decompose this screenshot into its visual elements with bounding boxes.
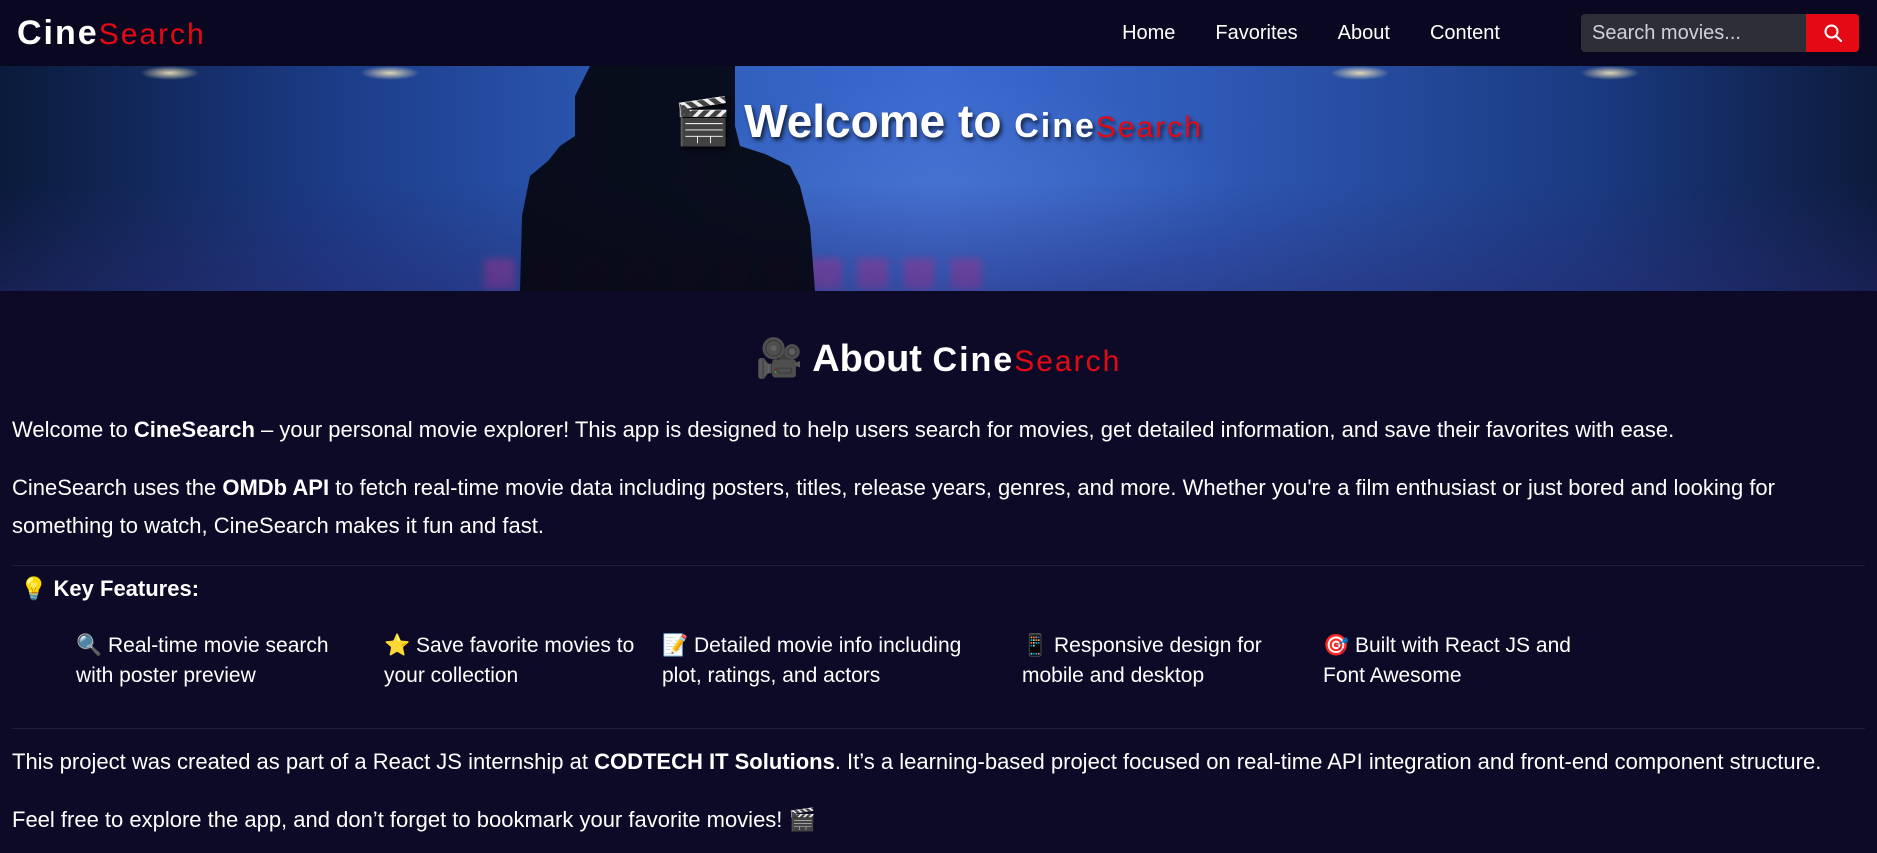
about-title-prefix: About [812, 338, 922, 380]
nav-link-content[interactable]: Content [1430, 22, 1500, 45]
movie-camera-icon: 🎥 [755, 336, 804, 380]
nav-link-favorites[interactable]: Favorites [1215, 22, 1297, 45]
internship-paragraph: This project was created as part of a Re… [12, 743, 1865, 781]
feature-item: 🎯 Built with React JS and Font Awesome [1323, 630, 1583, 691]
target-icon: 🎯 [1323, 633, 1350, 657]
hero-brand-search: Search [1095, 111, 1203, 144]
about-section: 🎥 About CineSearch Welcome to CineSearch… [0, 336, 1877, 840]
divider [12, 728, 1865, 729]
nav-links: Home Favorites About Content [1082, 22, 1500, 45]
search-button[interactable] [1806, 14, 1859, 52]
about-brand-search: Search [1014, 345, 1122, 378]
memo-icon: 📝 [662, 633, 689, 657]
api-paragraph: CineSearch uses the OMDb API to fetch re… [12, 469, 1865, 545]
nav-link-about[interactable]: About [1338, 22, 1390, 45]
magnifier-icon: 🔍 [76, 633, 103, 657]
intro-text-bold: CineSearch [133, 417, 255, 442]
search-icon [1824, 24, 1842, 43]
key-features-title: Key Features: [53, 576, 200, 601]
brand-cine: Cine [17, 13, 99, 52]
feature-text: Save favorite movies to your collection [384, 634, 635, 687]
api-text-a: CineSearch uses the [12, 475, 223, 500]
key-features-heading: 💡 Key Features: [20, 576, 1865, 602]
hero-title: 🎬 Welcome to CineSearch [0, 94, 1877, 149]
intro-paragraph: Welcome to CineSearch – your personal mo… [12, 411, 1865, 449]
feature-text: Responsive design for mobile and desktop [1022, 634, 1262, 687]
clapper-icon: 🎬 [788, 808, 816, 833]
feature-text: Real-time movie search with poster previ… [76, 634, 329, 687]
features-list: 🔍 Real-time movie search with poster pre… [12, 602, 1865, 720]
star-icon: ⭐ [384, 633, 411, 657]
brand-logo[interactable]: CineSearch [17, 14, 206, 53]
divider [12, 565, 1865, 566]
clapper-icon: 🎬 [674, 94, 732, 148]
mobile-phone-icon: 📱 [1022, 633, 1049, 657]
intro-text-c: – your personal movie explorer! This app… [254, 417, 1675, 442]
feature-item: 🔍 Real-time movie search with poster pre… [76, 630, 366, 691]
about-title: 🎥 About CineSearch [12, 336, 1865, 381]
search-input[interactable] [1581, 14, 1806, 52]
hero-title-prefix: Welcome to [744, 95, 1002, 147]
feature-item: ⭐ Save favorite movies to your collectio… [384, 630, 644, 691]
top-navbar: CineSearch Home Favorites About Content [0, 0, 1877, 66]
internship-text-a: This project was created as part of a Re… [12, 749, 595, 774]
intro-text-a: Welcome to [12, 417, 134, 442]
search-form [1581, 14, 1859, 52]
hero-banner: ■■■■■■■■■■■ 🎬 Welcome to CineSearch [0, 66, 1877, 291]
closing-text: Feel free to explore the app, and don’t … [12, 807, 789, 832]
about-brand-cine: Cine [932, 341, 1015, 379]
internship-text-c: . It’s a learning-based project focused … [834, 749, 1822, 774]
feature-item: 📝 Detailed movie info including plot, ra… [662, 630, 962, 691]
feature-text: Detailed movie info including plot, rati… [662, 634, 962, 687]
api-text-bold: OMDb API [222, 475, 330, 500]
feature-text: Built with React JS and Font Awesome [1323, 634, 1571, 687]
brand-search: Search [98, 17, 206, 51]
internship-text-bold: CODTECH IT Solutions [594, 749, 835, 774]
feature-item: 📱 Responsive design for mobile and deskt… [1022, 630, 1292, 691]
closing-paragraph: Feel free to explore the app, and don’t … [12, 801, 1865, 840]
lightbulb-icon: 💡 [20, 577, 48, 602]
nav-link-home[interactable]: Home [1122, 22, 1175, 45]
hero-brand-cine: Cine [1014, 107, 1096, 145]
